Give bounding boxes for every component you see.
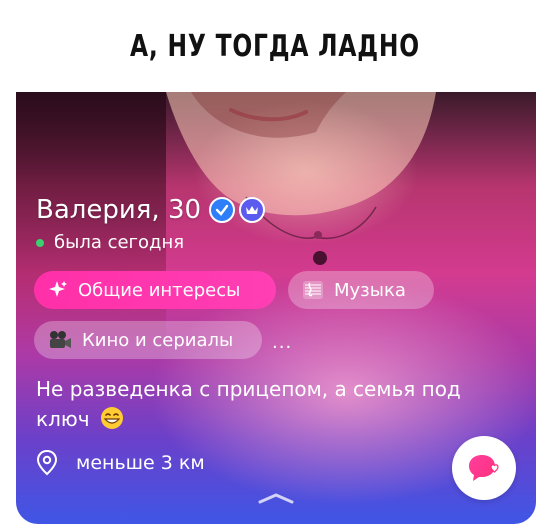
chat-heart-icon xyxy=(469,455,499,481)
chip-label: Музыка xyxy=(334,279,406,301)
chevron-up-icon xyxy=(258,493,294,504)
crown-icon xyxy=(239,197,266,223)
online-status: была сегодня xyxy=(36,232,184,253)
profile-header: Валерия, 30 xyxy=(36,195,266,225)
meme-caption: А, НУ ТОГДА ЛАДНО xyxy=(130,28,420,64)
verified-check-icon xyxy=(209,197,236,223)
chip-common-interests[interactable]: Общие интересы xyxy=(34,271,276,309)
chip-music[interactable]: Музыка xyxy=(288,271,434,309)
distance-info: меньше 3 км xyxy=(36,450,205,476)
chip-label: Кино и сериалы xyxy=(82,329,234,351)
chip-movies[interactable]: Кино и сериалы xyxy=(34,321,262,359)
movie-camera-icon xyxy=(48,330,72,350)
profile-card[interactable]: Валерия, 30 была сегодня Общие интересы xyxy=(16,92,536,524)
status-text: была сегодня xyxy=(54,232,185,253)
music-staff-icon xyxy=(302,280,324,300)
location-pin-icon xyxy=(36,450,58,476)
distance-text: меньше 3 км xyxy=(76,452,205,474)
profile-bio: Не разведенка с прицепом, а семья под кл… xyxy=(36,374,486,434)
online-dot xyxy=(36,238,44,247)
expand-profile-handle[interactable] xyxy=(256,490,296,509)
profile-name: Валерия, 30 xyxy=(36,195,202,225)
chip-label: Общие интересы xyxy=(78,279,241,301)
sparkle-icon xyxy=(48,280,68,300)
like-chat-button[interactable] xyxy=(452,436,516,500)
grinning-emoji-icon xyxy=(100,407,123,429)
more-interests[interactable]: ... xyxy=(272,332,292,353)
